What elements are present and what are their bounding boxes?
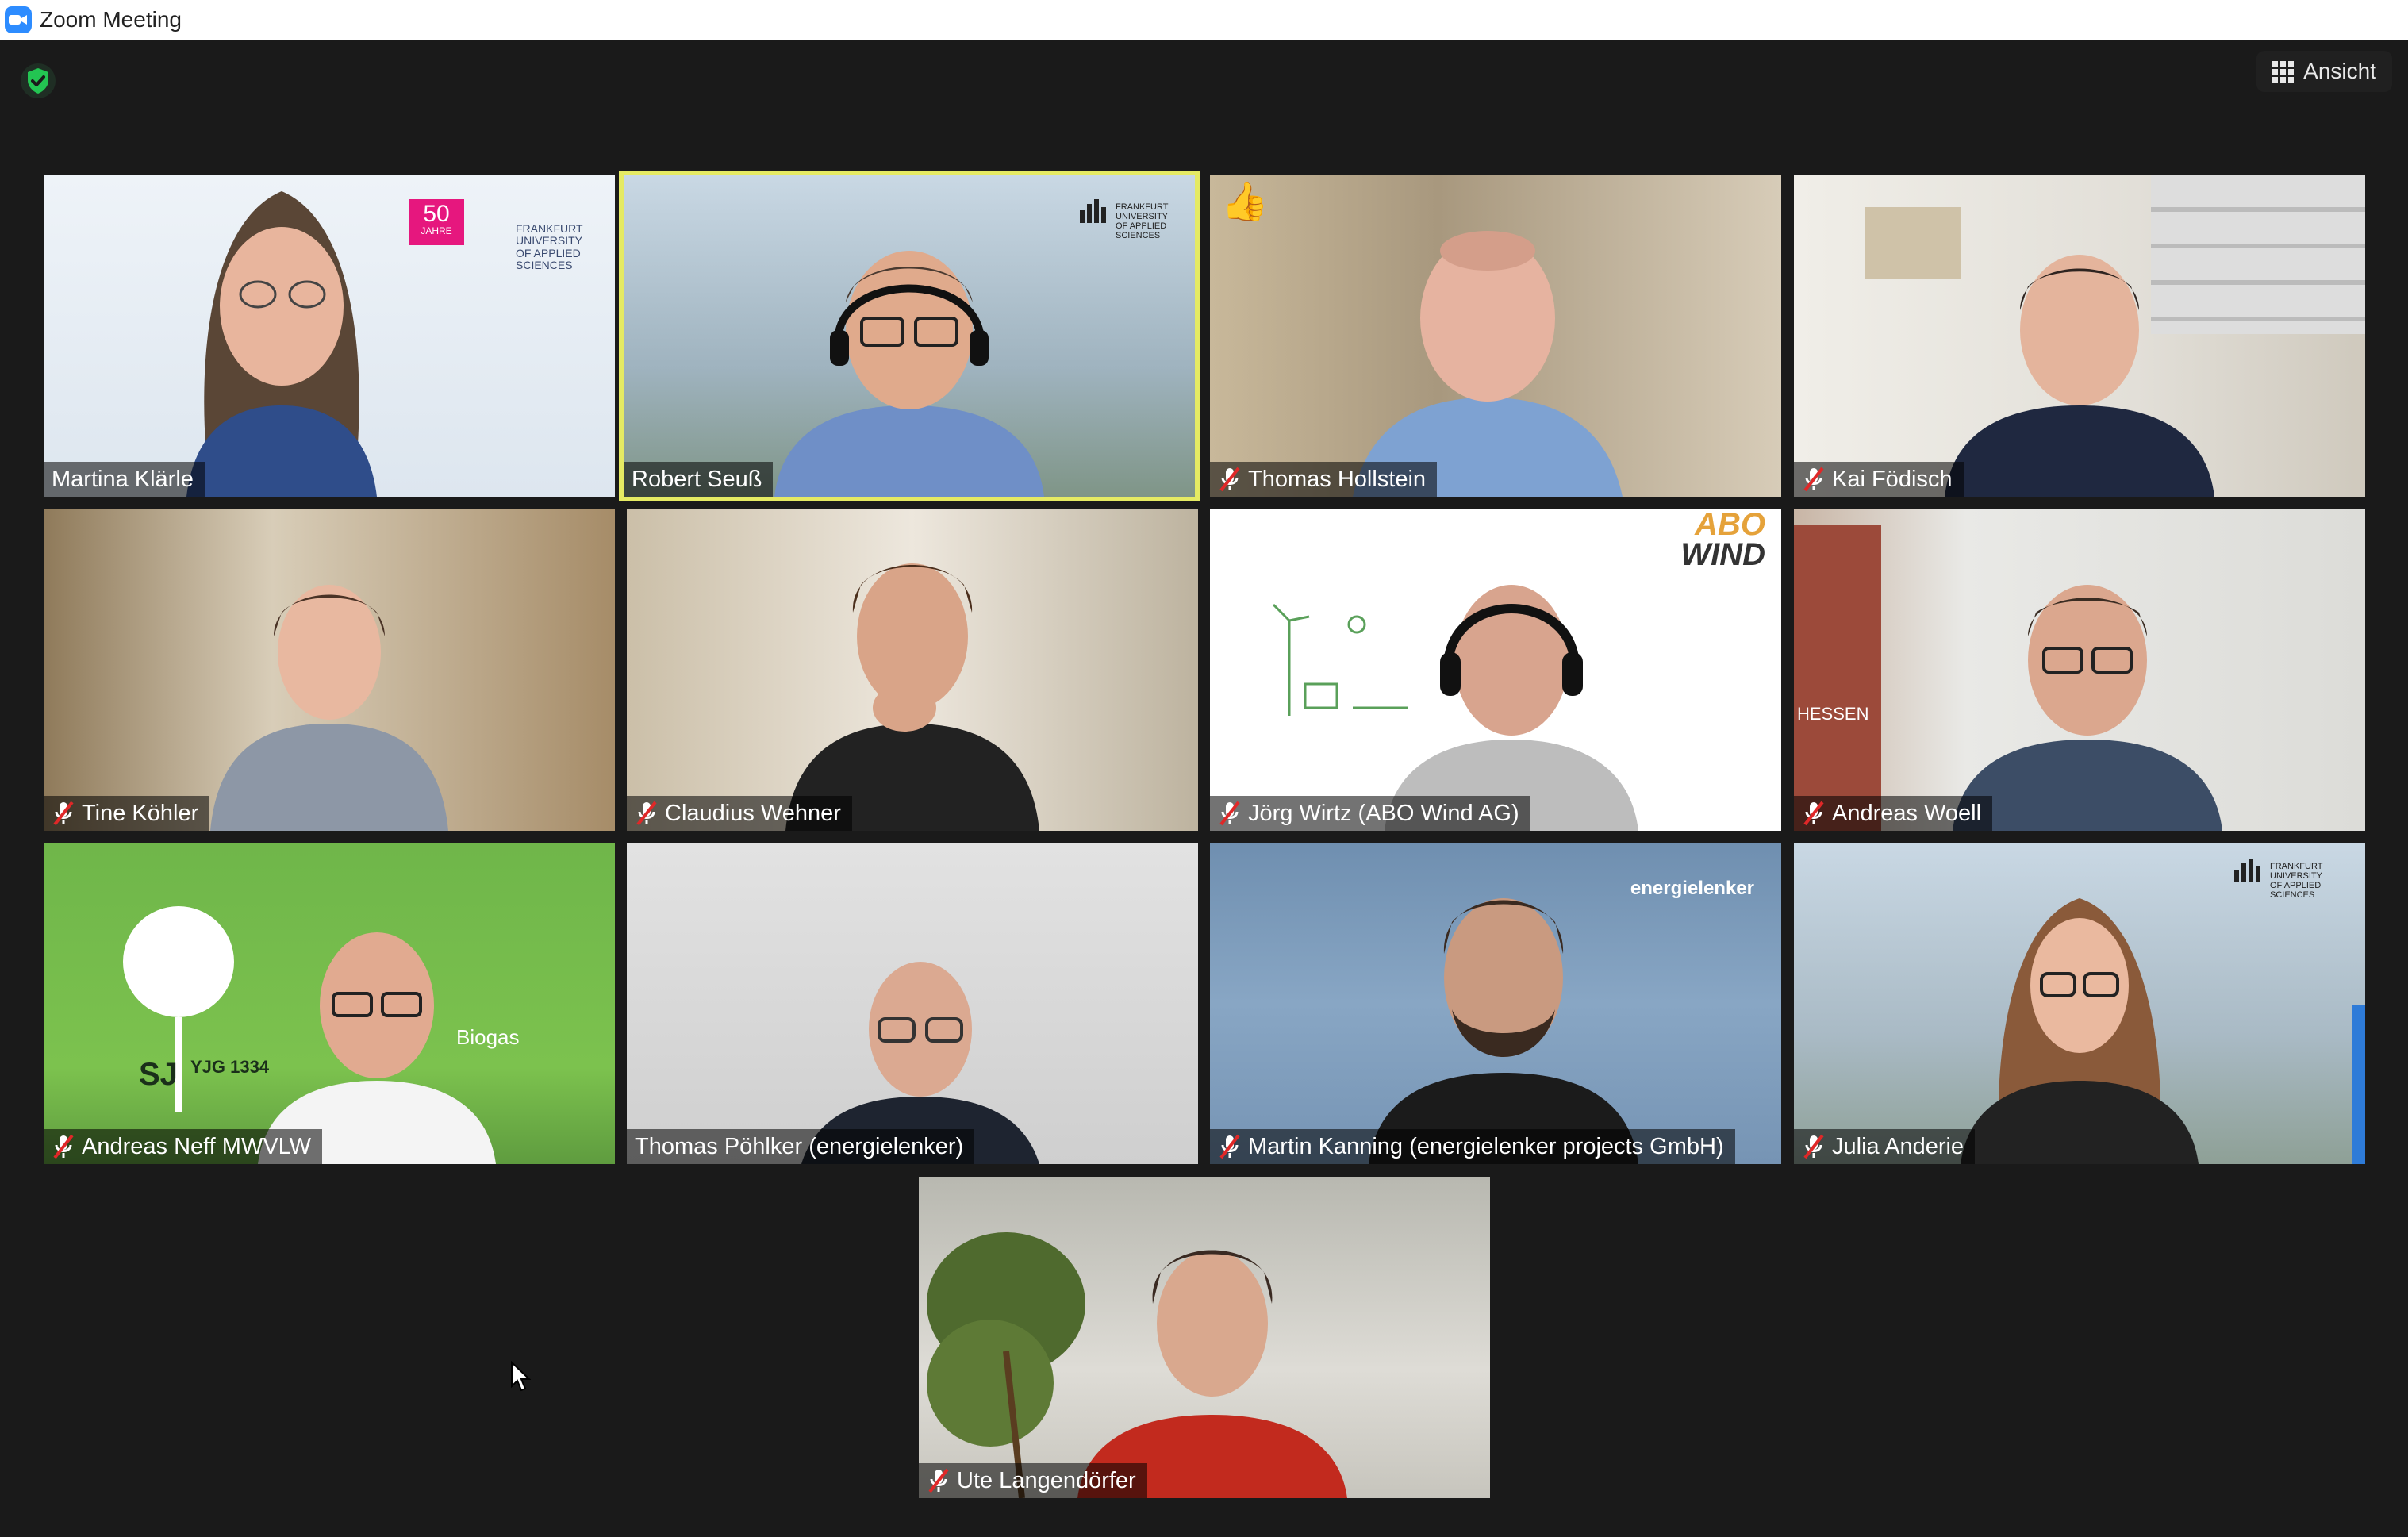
mouse-cursor-icon [511, 1361, 531, 1392]
participant-name: Robert Seuß [632, 466, 762, 492]
participant-name: Andreas Neff MWVLW [82, 1133, 312, 1159]
participant-name-label: Kai Födisch [1794, 462, 1964, 497]
video-tile-joerg[interactable]: ABO WIND Jörg Wirtz (ABO Wind AG) [1210, 509, 1781, 831]
participant-name-label: Ute Langendörfer [919, 1463, 1147, 1498]
grid-view-icon [2272, 60, 2295, 83]
video-tile-tine[interactable]: Tine Köhler [44, 509, 615, 831]
video-tile-kai[interactable]: Kai Födisch [1794, 175, 2365, 497]
participant-name: Julia Anderie [1832, 1133, 1964, 1159]
logo-university: UNIVERSITY [1116, 212, 1169, 222]
participant-name: Claudius Wehner [665, 800, 841, 826]
participant-name: Andreas Woell [1832, 800, 1982, 826]
video-tile-martina[interactable]: 50 JAHRE FRANKFURT UNIVERSITY OF APPLIED… [44, 175, 615, 497]
muted-mic-icon [53, 801, 74, 826]
participant-name-label: Martina Klärle [44, 462, 205, 497]
hessen-sign: HESSEN [1797, 704, 1869, 724]
muted-mic-icon [1219, 801, 1240, 826]
video-tile-claudius[interactable]: Claudius Wehner [627, 509, 1198, 831]
participant-name-label: Thomas Hollstein [1210, 462, 1438, 497]
video-tile-ute[interactable]: Ute Langendörfer [919, 1177, 1490, 1498]
logo-frankfurt: FRANKFURT [1116, 202, 1169, 212]
participant-name: Ute Langendörfer [957, 1467, 1136, 1493]
participant-name: Jörg Wirtz (ABO Wind AG) [1248, 800, 1519, 826]
participant-name-label: Julia Anderie [1794, 1129, 1976, 1164]
participant-name-label: Andreas Neff MWVLW [44, 1129, 323, 1164]
logo-frankfurt: FRANKFURT [2270, 862, 2323, 871]
logo-50: 50 [423, 201, 450, 227]
muted-mic-icon [1803, 801, 1824, 826]
muted-mic-icon [1219, 1134, 1240, 1159]
logo-frankfurt: FRANKFURT [516, 222, 583, 235]
participant-name-label: Tine Köhler [44, 796, 210, 831]
logo-applied-sciences: OF APPLIED SCIENCES [516, 246, 581, 272]
logo-university: UNIVERSITY [516, 234, 583, 248]
participant-name-label: Jörg Wirtz (ABO Wind AG) [1210, 796, 1530, 831]
muted-mic-icon [1803, 467, 1824, 492]
participant-name: Tine Köhler [82, 800, 199, 826]
participant-name: Martina Klärle [52, 466, 194, 492]
participant-name-label: Martin Kanning (energielenker projects G… [1210, 1129, 1735, 1164]
muted-mic-icon [1803, 1134, 1824, 1159]
security-shield-icon[interactable] [19, 62, 57, 100]
muted-mic-icon [928, 1468, 949, 1493]
view-button[interactable]: Ansicht [2256, 51, 2392, 92]
window-titlebar: Zoom Meeting [0, 0, 2408, 40]
muted-mic-icon [1219, 467, 1240, 492]
zoom-app-icon [5, 6, 32, 33]
video-tile-martin[interactable]: energielenker Martin Kanning (energielen… [1210, 843, 1781, 1164]
window-title: Zoom Meeting [40, 7, 182, 32]
video-tile-julia[interactable]: FRANKFURT UNIVERSITY OF APPLIED SCIENCES… [1794, 843, 2365, 1164]
abo-logo-wind: WIND [1680, 537, 1765, 572]
logo-jahre: JAHRE [421, 225, 452, 236]
participant-name: Thomas Pöhlker (energielenker) [635, 1133, 964, 1159]
logo-university: UNIVERSITY [2270, 871, 2323, 882]
participant-name: Thomas Hollstein [1248, 466, 1427, 492]
view-button-label: Ansicht [2303, 59, 2376, 83]
reaction-thumbs-up: 👍 [1221, 181, 1269, 223]
participant-name-label: Robert Seuß [624, 462, 774, 497]
video-tile-andreas-woell[interactable]: HESSEN Andreas Woell [1794, 509, 2365, 831]
video-tile-thomas-hollstein[interactable]: 👍 Thomas Hollstein [1210, 175, 1781, 497]
logo-applied-sciences: OF APPLIED SCIENCES [1116, 221, 1167, 241]
participant-name: Kai Födisch [1832, 466, 1953, 492]
muted-mic-icon [636, 801, 657, 826]
participant-name-label: Andreas Woell [1794, 796, 1993, 831]
video-tile-andreas-neff[interactable]: SJ YJG 1334 Biogas Andreas Neff MWVLW [44, 843, 615, 1164]
video-tile-robert[interactable]: FRANKFURT UNIVERSITY OF APPLIED SCIENCES… [624, 175, 1195, 497]
abo-logo-abo: ABO [1695, 509, 1765, 542]
participant-name-label: Claudius Wehner [627, 796, 852, 831]
train-sj: SJ [139, 1057, 178, 1092]
logo-applied-sciences: OF APPLIED SCIENCES [2270, 881, 2322, 901]
participant-name: Martin Kanning (energielenker projects G… [1248, 1133, 1724, 1159]
video-tile-thomas-poehlker[interactable]: Thomas Pöhlker (energielenker) [627, 843, 1198, 1164]
participant-name-label: Thomas Pöhlker (energielenker) [627, 1129, 975, 1164]
muted-mic-icon [53, 1134, 74, 1159]
